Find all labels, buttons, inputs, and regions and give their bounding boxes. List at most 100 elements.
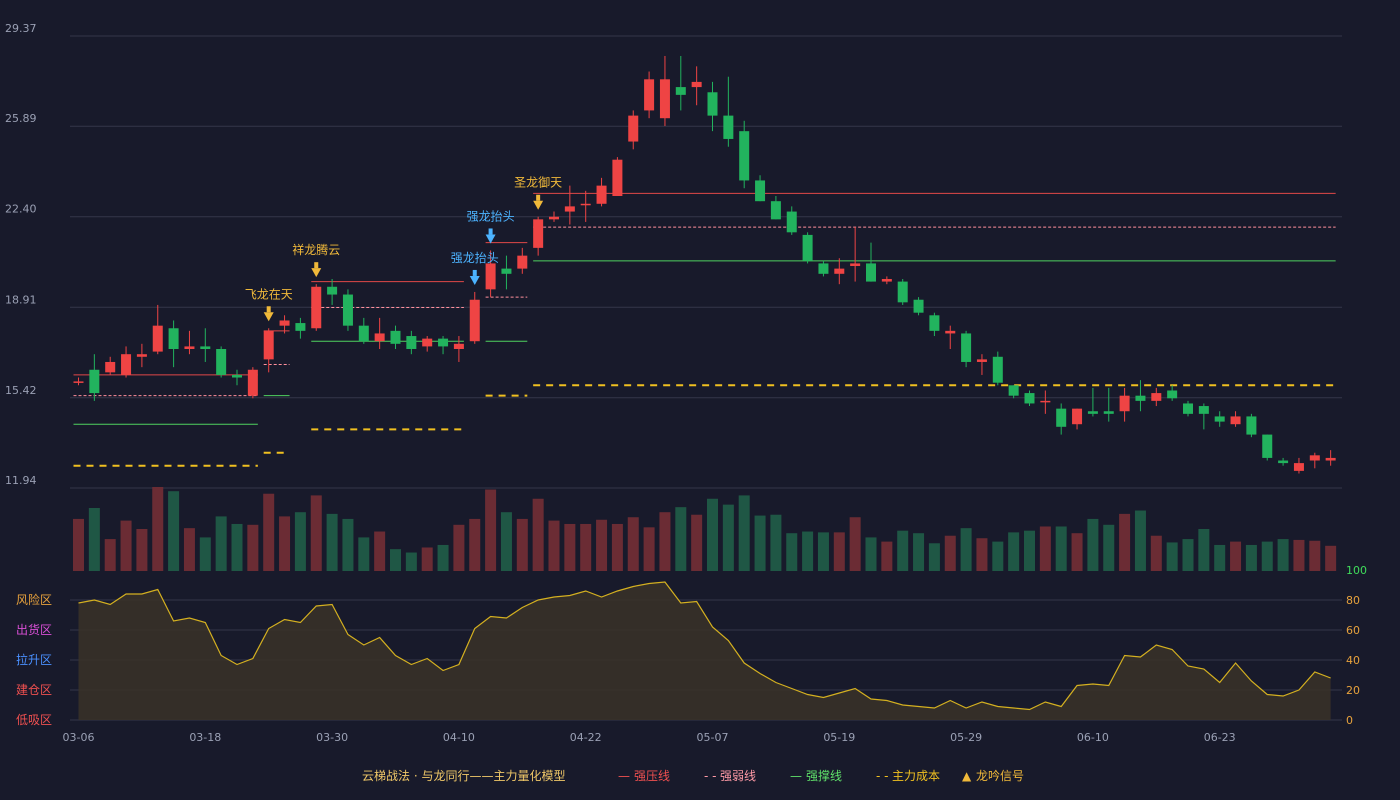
- price-tick-label: 18.91: [5, 293, 37, 306]
- candle-body: [1103, 411, 1114, 414]
- candle-body: [152, 325, 163, 352]
- candle-body: [469, 299, 480, 342]
- volume-bar: [532, 498, 544, 571]
- volume-bar: [168, 491, 180, 571]
- volume-bar: [659, 512, 671, 571]
- volume-bar: [516, 518, 528, 571]
- legend-item-label: 强压线: [634, 769, 670, 783]
- candle-body: [929, 315, 940, 331]
- candle-body: [866, 263, 876, 282]
- zone-label: 出货区: [16, 622, 52, 637]
- candle-body: [802, 234, 813, 261]
- legend-symbol: ▲: [962, 769, 972, 783]
- indicator-fill: [78, 582, 1331, 720]
- volume-bar: [183, 528, 195, 571]
- candle-body: [850, 263, 861, 267]
- candle-body: [73, 381, 84, 383]
- volume-bar: [1039, 526, 1051, 571]
- volume-bar: [833, 532, 845, 571]
- candle-body: [786, 211, 797, 233]
- volume-bar: [707, 498, 718, 571]
- volume-bar: [263, 493, 275, 571]
- volume-bar: [802, 531, 814, 571]
- volume-bar: [992, 541, 1004, 571]
- volume-bar: [199, 537, 211, 571]
- candle-body: [580, 203, 591, 206]
- candle-body: [1024, 393, 1035, 404]
- volume-bar: [849, 517, 861, 571]
- legend-title: 云梯战法 · 与龙同行——主力量化模型: [362, 769, 565, 783]
- volume-bar: [88, 508, 100, 571]
- candle-body: [422, 338, 433, 347]
- candle-body: [121, 354, 132, 375]
- candle-body: [723, 115, 734, 139]
- candle-body: [89, 369, 100, 394]
- volume-bar: [215, 516, 227, 571]
- candle-body: [406, 336, 417, 350]
- volume-bar: [611, 523, 623, 571]
- volume-bar: [1024, 530, 1035, 571]
- indicator-tick-label: 20: [1346, 684, 1360, 697]
- candle-body: [1278, 460, 1289, 464]
- candle-body: [913, 299, 924, 313]
- volume-bar: [1182, 539, 1194, 571]
- x-tick-label: 03-18: [189, 731, 221, 744]
- volume-bar: [1277, 539, 1289, 571]
- candle-body: [1198, 406, 1209, 414]
- indicator-tick-label: 0: [1346, 714, 1353, 727]
- zone-label: 低吸区: [16, 713, 52, 727]
- volume-bar: [453, 524, 465, 571]
- volume-bar: [310, 495, 322, 571]
- x-tick-label: 04-22: [570, 731, 602, 744]
- x-tick-label: 06-10: [1077, 731, 1109, 744]
- candle-body: [200, 346, 211, 350]
- legend-item-label: 强撑线: [806, 768, 842, 783]
- volume-bar: [1230, 541, 1242, 571]
- volume-bar: [247, 524, 259, 571]
- candle-body: [358, 325, 369, 342]
- zone-label: 风险区: [16, 592, 52, 607]
- candle-body: [533, 219, 544, 248]
- candle-body: [136, 354, 147, 357]
- candle-body: [1325, 457, 1336, 461]
- volume-bar: [976, 538, 988, 571]
- zone-label: 拉升区: [16, 652, 52, 667]
- price-tick-label: 15.42: [5, 384, 37, 397]
- volume-bar: [770, 514, 782, 571]
- indicator-tick-label: 80: [1346, 594, 1360, 607]
- volume-bar: [469, 518, 481, 571]
- candle-body: [897, 281, 908, 303]
- volume-bar: [1309, 540, 1321, 571]
- signal-arrow: [533, 200, 544, 210]
- volume-bar: [1008, 532, 1020, 571]
- candle-body: [834, 268, 845, 274]
- candle-body: [770, 201, 781, 220]
- volume-bar: [358, 537, 370, 571]
- candle-body: [739, 131, 750, 181]
- volume-bar: [485, 489, 497, 571]
- volume-bar: [596, 519, 608, 571]
- volume-bar: [1166, 542, 1178, 571]
- volume-bar: [342, 518, 354, 571]
- volume-bar: [1325, 545, 1337, 571]
- candle-body: [945, 330, 956, 334]
- price-tick-label: 22.40: [5, 203, 37, 216]
- candle-body: [976, 359, 987, 362]
- volume-bar: [421, 547, 433, 571]
- volume-bar: [817, 532, 829, 571]
- x-tick-label: 05-29: [950, 731, 982, 744]
- candle-body: [612, 159, 623, 197]
- volume-bar: [405, 552, 417, 571]
- volume-bar: [675, 507, 687, 571]
- volume-bar: [627, 517, 639, 571]
- candle-body: [961, 333, 972, 362]
- candle-body: [1135, 395, 1146, 401]
- volume-bar: [500, 512, 512, 571]
- signal-label: 强龙抬头: [467, 209, 515, 223]
- volume-bar: [548, 520, 560, 571]
- candle-body: [517, 255, 528, 269]
- candle-body: [184, 346, 195, 350]
- x-tick-label: 04-10: [443, 731, 475, 744]
- volume-bar: [1103, 524, 1115, 571]
- legend-symbol: —: [618, 769, 630, 783]
